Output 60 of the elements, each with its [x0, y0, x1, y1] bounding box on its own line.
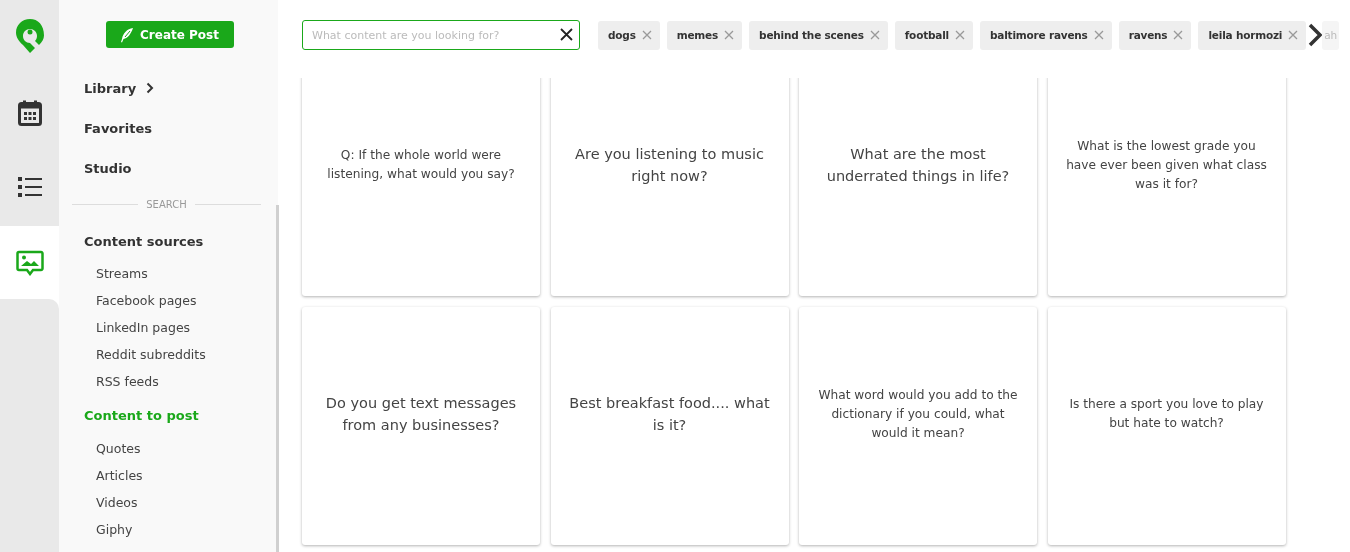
- card-text: Are you listening to music right now?: [574, 145, 765, 186]
- section-heading[interactable]: Content sources: [84, 224, 276, 258]
- sidebar-item[interactable]: Quotes: [84, 435, 276, 462]
- nav-item[interactable]: Library: [84, 68, 276, 108]
- remove-icon[interactable]: [1288, 30, 1299, 40]
- image-icon: [15, 249, 44, 276]
- close-icon[interactable]: [560, 28, 573, 41]
- tag-label: ravens: [1128, 29, 1168, 41]
- card-text: What word would you add to the dictionary if you could, what would it mean?: [817, 386, 1019, 442]
- sidebar-item[interactable]: Reddit subreddits: [84, 341, 276, 368]
- content-card[interactable]: Q: If the whole world were listening, what would you say?: [302, 78, 540, 296]
- card-text: Do you get text messages from any businesses?: [324, 394, 518, 435]
- remove-icon[interactable]: [1093, 30, 1104, 40]
- tag-label: dogs: [608, 29, 636, 41]
- card-text: What is the lowest grade you have ever been given what class was it for?: [1065, 137, 1268, 193]
- list-icon: [17, 177, 42, 198]
- card-text: Q: If the whole world were listening, what would you say?: [326, 147, 516, 183]
- content-card[interactable]: Is there a sport you love to play but hate to watch?: [1047, 307, 1286, 545]
- tag-chip[interactable]: dogs: [598, 20, 660, 50]
- card-text: What are the most underrated things in life?: [825, 145, 1011, 186]
- card-text: Best breakfast food.... what is it?: [568, 394, 771, 435]
- feather-icon: [120, 26, 135, 43]
- content-card[interactable]: Are you listening to music right now?: [550, 78, 789, 296]
- card-text: Is there a sport you love to play but hate to watch?: [1068, 396, 1265, 432]
- sidebar-item[interactable]: Giphy: [84, 516, 276, 543]
- chevron-right-icon: [146, 82, 155, 94]
- content-card[interactable]: What word would you add to the dictionary if you could, what would it mean?: [799, 307, 1037, 545]
- content-card[interactable]: Best breakfast food.... what is it?: [550, 307, 789, 545]
- logo-icon[interactable]: [13, 18, 46, 54]
- nav-item[interactable]: Favorites: [84, 108, 276, 148]
- content-card[interactable]: What are the most underrated things in life?: [799, 78, 1037, 296]
- nav-item[interactable]: Studio: [84, 148, 276, 188]
- tag-chip[interactable]: baltimore ravens: [979, 20, 1112, 50]
- tag-label: behind the scenes: [759, 29, 864, 41]
- tag-chip[interactable]: behind the scenes: [749, 20, 888, 50]
- tag-chip[interactable]: memes: [666, 20, 743, 50]
- calendar-icon: [17, 99, 42, 126]
- sidebar-item[interactable]: Videos: [84, 489, 276, 516]
- sidebar-item[interactable]: Streams: [84, 260, 276, 287]
- remove-icon[interactable]: [869, 30, 880, 40]
- remove-icon[interactable]: [724, 30, 735, 40]
- chevron-right-icon[interactable]: [1308, 23, 1323, 47]
- sidebar-item[interactable]: Facebook pages: [84, 287, 276, 314]
- tag-chip[interactable]: leila hormozi: [1198, 20, 1307, 50]
- search-field[interactable]: What content are you looking for?: [302, 20, 580, 50]
- sidebar-item[interactable]: RSS feeds: [84, 368, 276, 395]
- tag-chip[interactable]: football: [894, 20, 973, 50]
- tag-label: baltimore ravens: [989, 29, 1088, 41]
- tag-label: memes: [676, 29, 719, 41]
- content-card[interactable]: Do you get text messages from any businesses?: [302, 307, 540, 545]
- sidebar-item[interactable]: Articles: [84, 462, 276, 489]
- remove-icon[interactable]: [954, 30, 965, 40]
- tag-chip[interactable]: ravens: [1118, 20, 1192, 50]
- content-card[interactable]: What is the lowest grade you have ever been given what class was it for?: [1047, 78, 1286, 296]
- remove-icon[interactable]: [641, 30, 652, 40]
- tag-label: leila hormozi: [1208, 29, 1283, 41]
- remove-icon[interactable]: [1173, 30, 1184, 40]
- sidebar-item[interactable]: LinkedIn pages: [84, 314, 276, 341]
- section-label: SEARCH: [145, 198, 188, 210]
- tag-label: football: [904, 29, 949, 41]
